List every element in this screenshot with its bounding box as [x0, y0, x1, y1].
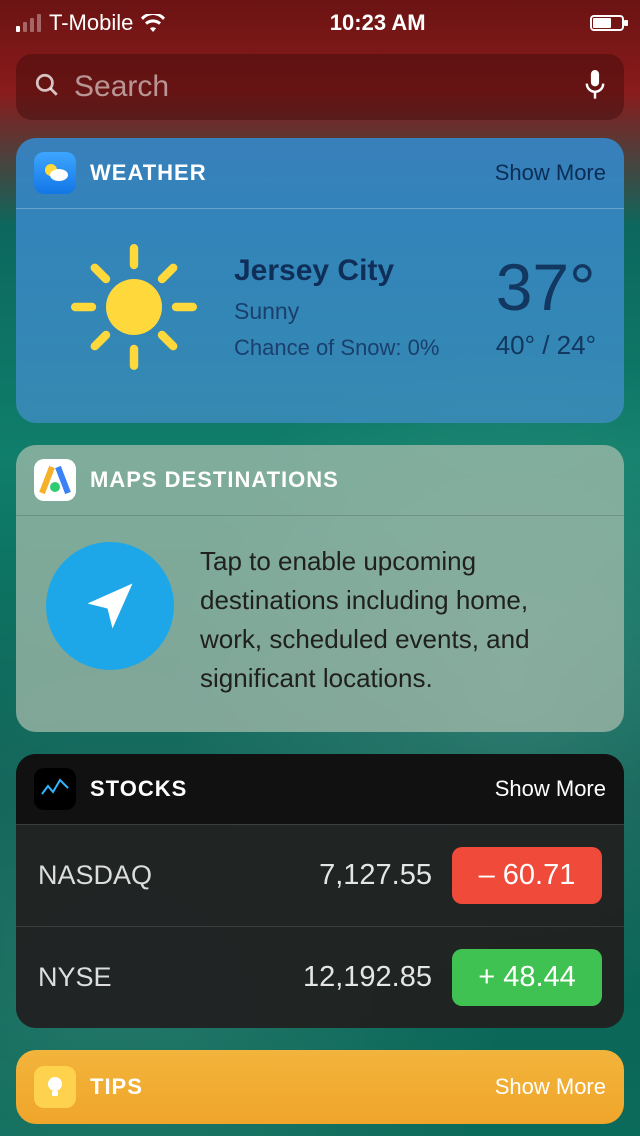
maps-title: MAPS DESTINATIONS [90, 467, 606, 493]
weather-title: WEATHER [90, 160, 481, 186]
tips-widget[interactable]: TIPS Show More [16, 1050, 624, 1124]
weather-precip: Chance of Snow: 0% [234, 335, 486, 361]
search-placeholder: Search [74, 70, 570, 104]
stock-row[interactable]: NYSE 12,192.85 + 48.44 [16, 926, 624, 1028]
tips-title: TIPS [90, 1074, 481, 1100]
tips-show-more[interactable]: Show More [495, 1074, 606, 1100]
sun-icon [44, 237, 224, 377]
stock-symbol: NYSE [38, 962, 218, 993]
wifi-icon [141, 14, 165, 32]
search-input[interactable]: Search [16, 54, 624, 120]
weather-widget[interactable]: WEATHER Show More [16, 138, 624, 423]
stock-price: 12,192.85 [218, 961, 452, 994]
stock-symbol: NASDAQ [38, 860, 218, 891]
stocks-title: STOCKS [90, 776, 481, 802]
battery-icon [590, 15, 624, 31]
maps-widget[interactable]: MAPS DESTINATIONS Tap to enable upcoming… [16, 445, 624, 732]
weather-condition: Sunny [234, 298, 486, 325]
signal-strength-icon [16, 14, 41, 32]
status-bar: T-Mobile 10:23 AM [0, 0, 640, 40]
weather-show-more[interactable]: Show More [495, 160, 606, 186]
carrier-label: T-Mobile [49, 10, 133, 36]
stock-change-badge: – 60.71 [452, 847, 602, 904]
microphone-icon[interactable] [584, 70, 606, 105]
stock-change-badge: + 48.44 [452, 949, 602, 1006]
search-icon [34, 72, 60, 103]
maps-body-text: Tap to enable upcoming destinations incl… [200, 542, 594, 698]
tips-app-icon [34, 1066, 76, 1108]
stocks-app-icon [34, 768, 76, 810]
clock-label: 10:23 AM [330, 10, 426, 36]
stock-price: 7,127.55 [218, 859, 452, 892]
stocks-widget[interactable]: STOCKS Show More NASDAQ 7,127.55 – 60.71… [16, 754, 624, 1028]
maps-app-icon [34, 459, 76, 501]
weather-app-icon [34, 152, 76, 194]
navigation-arrow-icon[interactable] [46, 542, 174, 670]
weather-temp: 37° [496, 254, 596, 320]
weather-high-low: 40° / 24° [496, 330, 596, 361]
weather-location: Jersey City [234, 254, 486, 288]
stocks-show-more[interactable]: Show More [495, 776, 606, 802]
stock-row[interactable]: NASDAQ 7,127.55 – 60.71 [16, 824, 624, 926]
